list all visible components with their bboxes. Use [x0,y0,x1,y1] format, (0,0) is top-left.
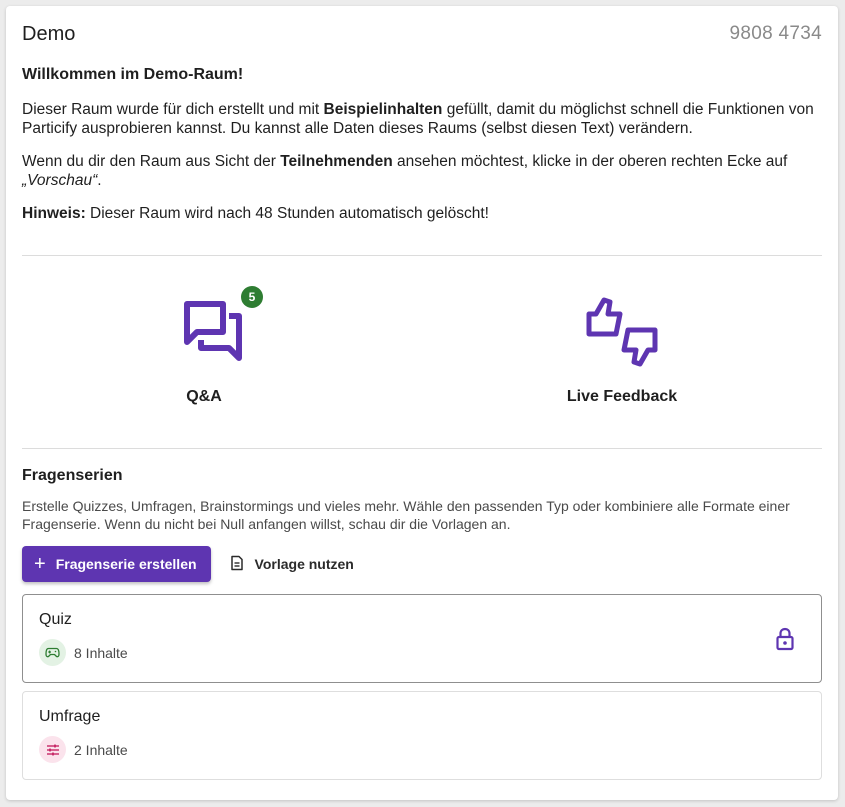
feature-live-feedback[interactable]: Live Feedback [422,256,822,448]
series-item-umfrage[interactable]: Umfrage 2 Inhalte [22,691,822,780]
series-section-description: Erstelle Quizzes, Umfragen, Brainstormin… [22,498,790,532]
document-icon [229,555,255,574]
gamepad-icon [39,639,66,666]
welcome-title: Willkommen im Demo-Raum! [22,66,244,83]
divider [22,448,822,449]
qa-count-badge: 5 [241,286,263,308]
welcome-paragraph-intro: Dieser Raum wurde für dich erstellt und … [22,101,814,137]
room-card: Demo 9808 4734 Willkommen im Demo-Raum! … [6,6,838,800]
sliders-icon [39,736,66,763]
room-code: 9808 4734 [729,23,822,44]
feature-qa[interactable]: 5 Q&A [22,256,422,448]
feature-qa-label: Q&A [186,388,222,405]
plus-icon: + [34,553,46,575]
room-name: Demo [22,22,76,45]
series-section-title: Fragenserien [22,467,123,484]
use-template-label: Vorlage nutzen [254,556,354,572]
series-title: Quiz [39,611,72,628]
series-item-quiz[interactable]: Quiz 8 Inhalte [22,594,822,683]
create-series-button[interactable]: + Fragenserie erstellen [22,546,211,582]
create-series-label: Fragenserie erstellen [55,556,197,572]
series-count: 2 Inhalte [74,741,128,758]
series-actions: + Fragenserie erstellen Vorlage nutzen [22,546,822,582]
series-title: Umfrage [39,708,101,725]
feature-row: 5 Q&A Live Feedback [22,256,822,448]
feature-live-feedback-label: Live Feedback [566,388,678,405]
room-header: Demo 9808 4734 [22,6,822,62]
welcome-paragraph-preview: Wenn du dir den Raum aus Sicht der Teiln… [22,153,788,189]
series-count: 8 Inhalte [74,644,128,661]
welcome-paragraph-note: Hinweis: Dieser Raum wird nach 48 Stunde… [22,205,489,222]
use-template-button[interactable]: Vorlage nutzen [217,546,366,582]
lock-icon[interactable] [775,627,795,656]
